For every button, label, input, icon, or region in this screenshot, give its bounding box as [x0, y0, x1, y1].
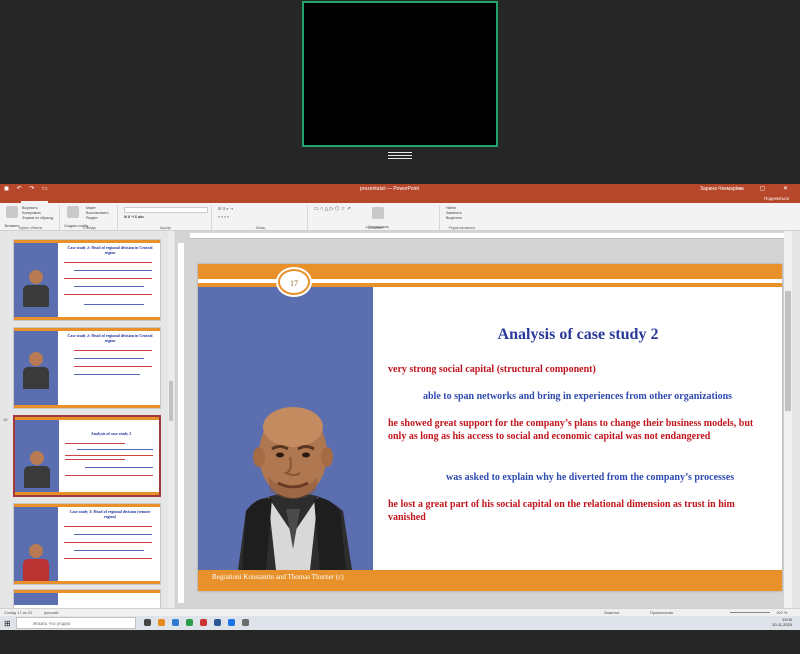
comments-button[interactable]: Примечания [650, 610, 673, 615]
slide-bullet: able to span networks and bring in exper… [423, 391, 733, 402]
editing-group: Найти Заменить Выделить Редактирование [442, 205, 482, 230]
taskbar-clock[interactable]: 13:00 20.11.2020 [772, 617, 792, 627]
slide-bullet: very strong social capital (structural c… [388, 364, 596, 375]
slide-thumbnails-pane: Case study 2: Head of regional division … [0, 231, 176, 609]
status-bar: Слайд 17 из 22 русский Заметки Примечани… [0, 608, 800, 616]
slide-bullet: he showed great support for the company’… [388, 418, 754, 442]
slide-title: Analysis of case study 2 [497, 326, 659, 343]
slides-group: Создать слайд Макет Восстановить Раздел … [62, 205, 118, 230]
character-figure-icon [20, 270, 52, 307]
horizontal-ruler [190, 233, 788, 239]
screen: ◼ ↶ ↷ ▭ prezentatsii — PowerPoint Зарина… [0, 0, 800, 654]
slide-thumbnail[interactable]: Case study 3: Head of regional division … [13, 503, 161, 585]
slide-thumbnail-selected[interactable]: Analysis of case study 2 [13, 415, 161, 497]
app-icon-edge[interactable] [172, 619, 179, 626]
select-button[interactable]: Выделить [446, 216, 462, 221]
font-format-buttons[interactable]: Ж К Ч S abc [124, 215, 144, 220]
app-icon-explorer[interactable] [158, 619, 165, 626]
clock-date: 20.11.2020 [772, 622, 792, 627]
clipboard-group-label: Буфер обмена [18, 226, 43, 230]
slide-bullet: was asked to explain why he diverted fro… [446, 472, 735, 483]
slide-thumbnail[interactable] [13, 589, 161, 609]
share-button[interactable]: Поделиться [759, 194, 794, 203]
section-button[interactable]: Раздел [86, 216, 108, 221]
window-controls[interactable]: — ▢ ✕ [736, 185, 796, 192]
paragraph-group-label: Абзац [255, 226, 266, 230]
ribbon-tabs: ФайлГлавнаяВставкаКонструкторПереходыАни… [0, 194, 800, 210]
app-icon-word[interactable] [214, 619, 221, 626]
drawing-group-label: Рисование [365, 226, 384, 230]
paste-icon[interactable] [6, 206, 18, 218]
thumbnails-scrollbar[interactable] [168, 231, 174, 608]
slide-number: 17 [290, 279, 298, 288]
vertical-ruler [178, 243, 184, 603]
font-name-box[interactable] [124, 207, 208, 213]
slide-thumbnail[interactable]: Case study 2: Head of regional division … [13, 327, 161, 409]
editing-group-label: Редактирование [448, 226, 476, 230]
ribbon: Вставить Вырезать Копировать Формат по о… [0, 203, 800, 231]
app-icon-powerpoint[interactable] [200, 619, 207, 626]
video-strip [0, 0, 800, 150]
app-icon-other[interactable] [242, 619, 249, 626]
thumbnail-title: Case study 2: Head of regional division … [67, 245, 153, 255]
character-illustration [238, 407, 352, 570]
task-view-icon[interactable] [144, 619, 151, 626]
arrange-icon[interactable] [372, 207, 384, 219]
bottom-band [0, 630, 800, 654]
paragraph-group: ☰ ☷ ⇤ ⇥ ≡ ≡ ≡ ≡ Абзац [214, 205, 308, 230]
thumbnail-number: 16 [3, 417, 8, 422]
notes-button[interactable]: Заметки [604, 610, 619, 615]
language-indicator[interactable]: русский [44, 610, 58, 615]
character-figure-icon [21, 451, 53, 488]
font-group-label: Шрифт [159, 226, 172, 230]
new-slide-icon[interactable] [67, 206, 79, 218]
resize-grip-icon[interactable] [388, 152, 412, 160]
font-group: Ж К Ч S abc Шрифт [120, 205, 212, 230]
clipboard-group: Вставить Вырезать Копировать Формат по о… [2, 205, 60, 230]
slide-thumbnail[interactable]: Case study 2: Head of regional division … [13, 239, 161, 321]
windows-taskbar: ⊞ Искать что угодно 13:00 20.11.2020 [0, 616, 800, 630]
thumbnail-title: Case study 3: Head of regional division … [69, 509, 151, 519]
slide-counter: Слайд 17 из 22 [4, 610, 33, 615]
format-painter-button[interactable]: Формат по образцу [22, 216, 53, 221]
participant-video-tile[interactable] [302, 1, 498, 147]
slide-bullet: he lost a great part of his social capit… [388, 499, 735, 523]
zoom-level[interactable]: 100 % [776, 610, 787, 615]
window-title: prezentatsii — PowerPoint [360, 186, 419, 192]
app-icon-chrome[interactable] [186, 619, 193, 626]
character-figure-icon [20, 544, 52, 581]
slide-number-badge: 17 [278, 269, 310, 295]
windows-start-icon[interactable]: ⊞ [4, 619, 11, 628]
next-arrow-icon[interactable]: › [797, 410, 800, 421]
editor-scrollbar[interactable] [784, 231, 792, 608]
title-bar: ◼ ↶ ↷ ▭ prezentatsii — PowerPoint Зарина… [0, 184, 800, 194]
app-icon-zoom[interactable] [228, 619, 235, 626]
quick-access-icons[interactable]: ◼ ↶ ↷ ▭ [4, 185, 51, 192]
thumbnail-title: Case study 2: Head of regional division … [67, 333, 153, 343]
align-buttons[interactable]: ≡ ≡ ≡ ≡ [218, 215, 229, 220]
slide-footer: Begrationi Konstantin and Thomas Thurner… [212, 573, 344, 581]
slides-group-label: Слайды [82, 226, 97, 230]
drawing-group: ▭ ○ △ ▷ ⬠ ☆ ↗ Упорядочить Рисование [310, 205, 440, 230]
thumbnail-title: Analysis of case study 2 [90, 431, 132, 436]
character-figure-icon [20, 352, 52, 389]
zoom-slider[interactable] [730, 612, 770, 613]
shapes-gallery[interactable]: ▭ ○ △ ▷ ⬠ ☆ ↗ [314, 207, 351, 212]
list-buttons[interactable]: ☰ ☷ ⇤ ⇥ [218, 207, 233, 212]
current-slide[interactable]: 17 Analysis of case study 2 very strong … [198, 264, 782, 591]
taskbar-search[interactable]: Искать что угодно [16, 617, 136, 629]
